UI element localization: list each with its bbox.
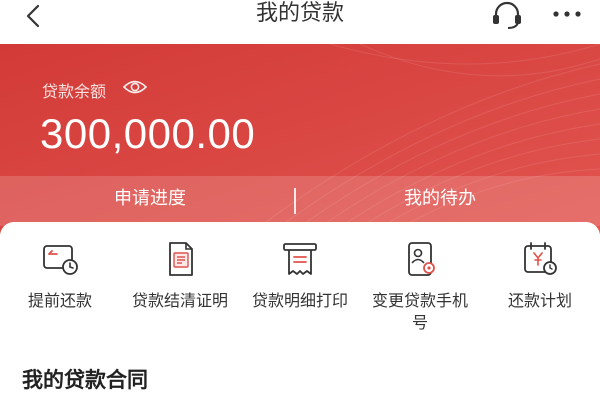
tab-divider [294, 188, 296, 214]
top-nav-bar: 我的贷款 [0, 0, 600, 36]
quick-actions-grid: 提前还款 贷款结清证明 贷款明细打印 变更贷款手机号 还款计划 [0, 222, 600, 342]
print-receipt-icon [283, 243, 317, 275]
action-settlement-certificate[interactable]: 贷款结清证明 [120, 240, 240, 312]
eye-icon[interactable] [122, 76, 148, 98]
action-print-details[interactable]: 贷款明细打印 [240, 240, 360, 312]
content-panel: 提前还款 贷款结清证明 贷款明细打印 变更贷款手机号 还款计划 我的贷款合同 [0, 222, 600, 400]
balance-label: 贷款余额 [42, 82, 107, 101]
action-early-repayment[interactable]: 提前还款 [0, 240, 120, 312]
action-repayment-plan[interactable]: 还款计划 [480, 240, 600, 312]
tab-my-todo[interactable]: 我的待办 [330, 176, 550, 226]
action-label: 变更贷款手机号 [371, 291, 468, 332]
action-label: 贷款明细打印 [251, 291, 348, 310]
settlement-certificate-icon [169, 242, 193, 276]
action-change-phone[interactable]: 变更贷款手机号 [360, 240, 480, 334]
status-tabs: 申请进度 我的待办 [0, 176, 600, 226]
tab-application-progress[interactable]: 申请进度 [40, 176, 260, 226]
change-phone-icon [408, 242, 435, 276]
action-label: 提前还款 [27, 291, 92, 310]
more-icon[interactable] [550, 4, 584, 24]
action-label: 贷款结清证明 [131, 291, 228, 310]
customer-service-icon[interactable] [490, 0, 524, 30]
action-label: 还款计划 [507, 291, 572, 310]
balance-amount: 300,000.00 [40, 110, 256, 157]
loan-balance-card: 贷款余额 300,000.00 申请进度 我的待办 [0, 44, 600, 234]
early-repayment-icon [43, 245, 78, 275]
section-title-loan-contracts: 我的贷款合同 [22, 368, 148, 392]
repayment-calendar-icon [524, 242, 557, 275]
